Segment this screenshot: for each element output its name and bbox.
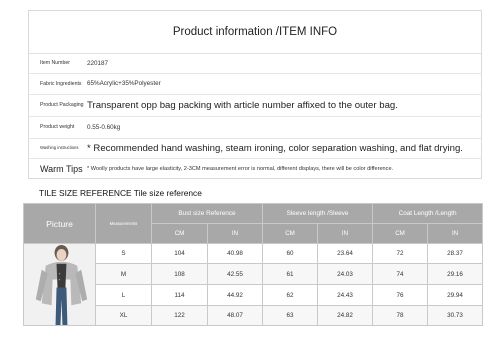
size-table-heading: TILE SIZE REFERENCE Tile size reference [39,188,202,198]
bust-header: Bust size Reference [150,203,264,224]
unit-header: CM [262,223,319,244]
size-cell: 114 [151,284,208,306]
size-label: XL [95,305,152,326]
size-cell: 24.82 [317,305,374,326]
info-label: Product weight [29,116,87,139]
size-row: S 104 40.98 60 23.64 72 28.37 [23,243,484,326]
info-value: Transparent opp bag packing with article… [87,94,481,117]
info-value: 0.55-0.60kg [87,116,481,139]
length-header: Coat Length /Length [372,203,484,224]
size-cell: 122 [151,305,208,326]
size-cell: 62 [262,284,319,306]
size-cell: 63 [262,305,319,326]
size-label: L [95,284,152,306]
size-cell: 48.07 [206,305,264,326]
size-cell: 23.64 [317,243,374,264]
unit-header: IN [427,223,484,244]
size-cell: 108 [151,263,208,285]
size-cell: 74 [372,263,429,285]
size-table: Picture Measurements Bust size Reference… [23,203,484,326]
size-label: S [95,243,152,264]
unit-header: IN [317,223,374,244]
info-value: * Woolly products have large elasticity,… [87,165,394,172]
unit-header: IN [206,223,264,244]
size-cell: 104 [151,243,208,264]
size-header-row: Picture Measurements Bust size Reference… [23,203,484,244]
size-cell: 42.55 [206,263,264,285]
size-cell: 44.92 [206,284,264,306]
product-info-card: Product information /ITEM INFO Item Numb… [28,10,482,179]
info-row-weight: Product weight 0.55-0.60kg [29,116,481,139]
size-cell: 29.16 [427,263,484,285]
unit-header: CM [372,223,429,244]
info-value: 65%Acrylic+35%Polyester [87,73,481,95]
size-label: M [95,263,152,285]
product-info-table: Item Number 220187 Fabric Ingredients 65… [29,54,481,179]
info-row-item-number: Item Number 220187 [29,54,481,74]
info-value: * Recommended hand washing, steam ironin… [87,138,481,159]
size-cell: 72 [372,243,429,264]
info-row-packaging: Product Packaging Transparent opp bag pa… [29,94,481,117]
size-cell: 24.43 [317,284,374,306]
info-label: Item Number [29,54,87,74]
size-cell: 30.73 [427,305,484,326]
unit-header: CM [151,223,208,244]
product-photo [23,243,96,326]
size-cell: 28.37 [427,243,484,264]
info-label: Product Packaging [29,94,87,117]
size-cell: 40.98 [206,243,264,264]
size-cell: 61 [262,263,319,285]
sleeve-header: Sleeve length /Sleeve [262,203,374,224]
measurements-header: Measurements [95,203,152,244]
picture-header: Picture [23,203,96,244]
size-cell: 24.03 [317,263,374,285]
info-label: Fabric Ingredients [29,73,87,95]
product-info-title: Product information /ITEM INFO [29,11,481,54]
info-row-warm-tips: Warm Tips * Woolly products have large e… [29,158,481,179]
info-value: 220187 [87,54,481,74]
size-cell: 29.94 [427,284,484,306]
info-label: Washing instructions [29,138,87,159]
size-cell: 78 [372,305,429,326]
info-row-fabric: Fabric Ingredients 65%Acrylic+35%Polyest… [29,73,481,95]
info-row-washing: Washing instructions * Recommended hand … [29,138,481,159]
size-cell: 76 [372,284,429,306]
info-label: Warm Tips [40,163,83,174]
size-cell: 60 [262,243,319,264]
cardigan-model-image [24,244,95,325]
